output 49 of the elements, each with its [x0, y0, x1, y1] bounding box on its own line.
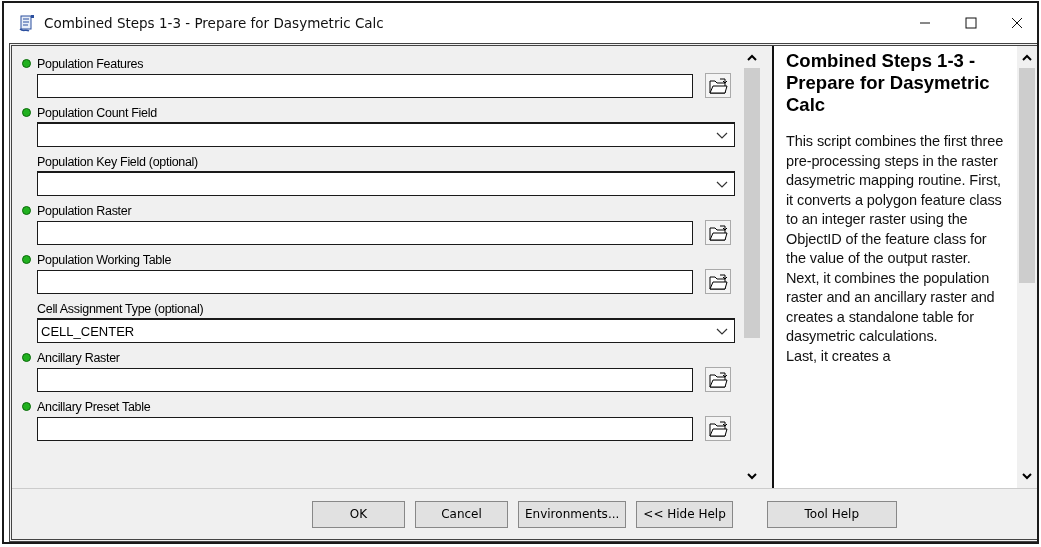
browse-button[interactable] [705, 73, 731, 98]
maximize-icon[interactable] [965, 17, 977, 29]
dropdown-value: CELL_CENTER [41, 323, 135, 339]
scrollbar[interactable] [1017, 46, 1037, 488]
browse-button[interactable] [705, 416, 731, 441]
input-field[interactable] [37, 73, 693, 98]
field-label: Cell Assignment Type (optional) [37, 301, 204, 316]
input-field[interactable] [37, 269, 693, 294]
chevron-down-icon [716, 131, 728, 139]
input-field[interactable] [37, 367, 693, 392]
folder-icon [708, 419, 728, 438]
folder-icon [708, 76, 728, 95]
scroll-down-icon[interactable] [1021, 472, 1033, 482]
chevron-down-icon [716, 327, 728, 335]
input-field[interactable] [37, 220, 693, 245]
action-button[interactable]: Cancel [415, 500, 508, 528]
window-title: Combined Steps 1-3 - Prepare for Dasymetric Calc [44, 15, 385, 31]
field-label: Ancillary Preset Table [37, 399, 151, 414]
field-label: Ancillary Raster [37, 350, 120, 365]
help-button[interactable]: Tool Help [766, 500, 897, 528]
help-title: Combined Steps 1-3 - Prepare for Dasymetric Calc [786, 50, 991, 116]
folder-icon [708, 370, 728, 389]
field-label: Population Raster [37, 203, 132, 218]
script-icon [18, 14, 36, 32]
field-label: Population Key Field (optional) [37, 154, 198, 169]
scroll-down-icon[interactable] [746, 472, 758, 482]
browse-button[interactable] [705, 367, 731, 392]
folder-icon [708, 223, 728, 242]
browse-button[interactable] [705, 220, 731, 245]
action-button[interactable]: << Hide Help [636, 500, 733, 528]
chevron-down-icon [716, 180, 728, 188]
scroll-thumb[interactable] [744, 68, 760, 338]
scroll-thumb[interactable] [1019, 68, 1035, 283]
help-text: Last, it creates a [786, 346, 892, 366]
scroll-up-icon[interactable] [746, 52, 758, 62]
close-icon[interactable] [1011, 17, 1023, 29]
scroll-up-icon[interactable] [1021, 52, 1033, 62]
folder-icon [708, 272, 728, 291]
action-button[interactable]: OK [312, 500, 405, 528]
dropdown[interactable] [37, 171, 735, 196]
action-button[interactable]: Environments... [518, 500, 627, 528]
field-label: Population Features [37, 56, 144, 71]
browse-button[interactable] [705, 269, 731, 294]
dropdown[interactable]: CELL_CENTER [37, 318, 735, 343]
field-label: Population Working Table [37, 252, 172, 267]
input-field[interactable] [37, 416, 693, 441]
dropdown[interactable] [37, 122, 735, 147]
help-text: This script combines the first three pre-processing steps in the raster dasymetric mapping routine. First, it converts a polygon feature class to an integer raster using the ObjectID of the feature class for the value of the output raster. Next, it combines the population raster and an ancillary raster and creates a standalone table for dasymetric calculations. [786, 132, 1005, 346]
field-label: Population Count Field [37, 105, 157, 120]
